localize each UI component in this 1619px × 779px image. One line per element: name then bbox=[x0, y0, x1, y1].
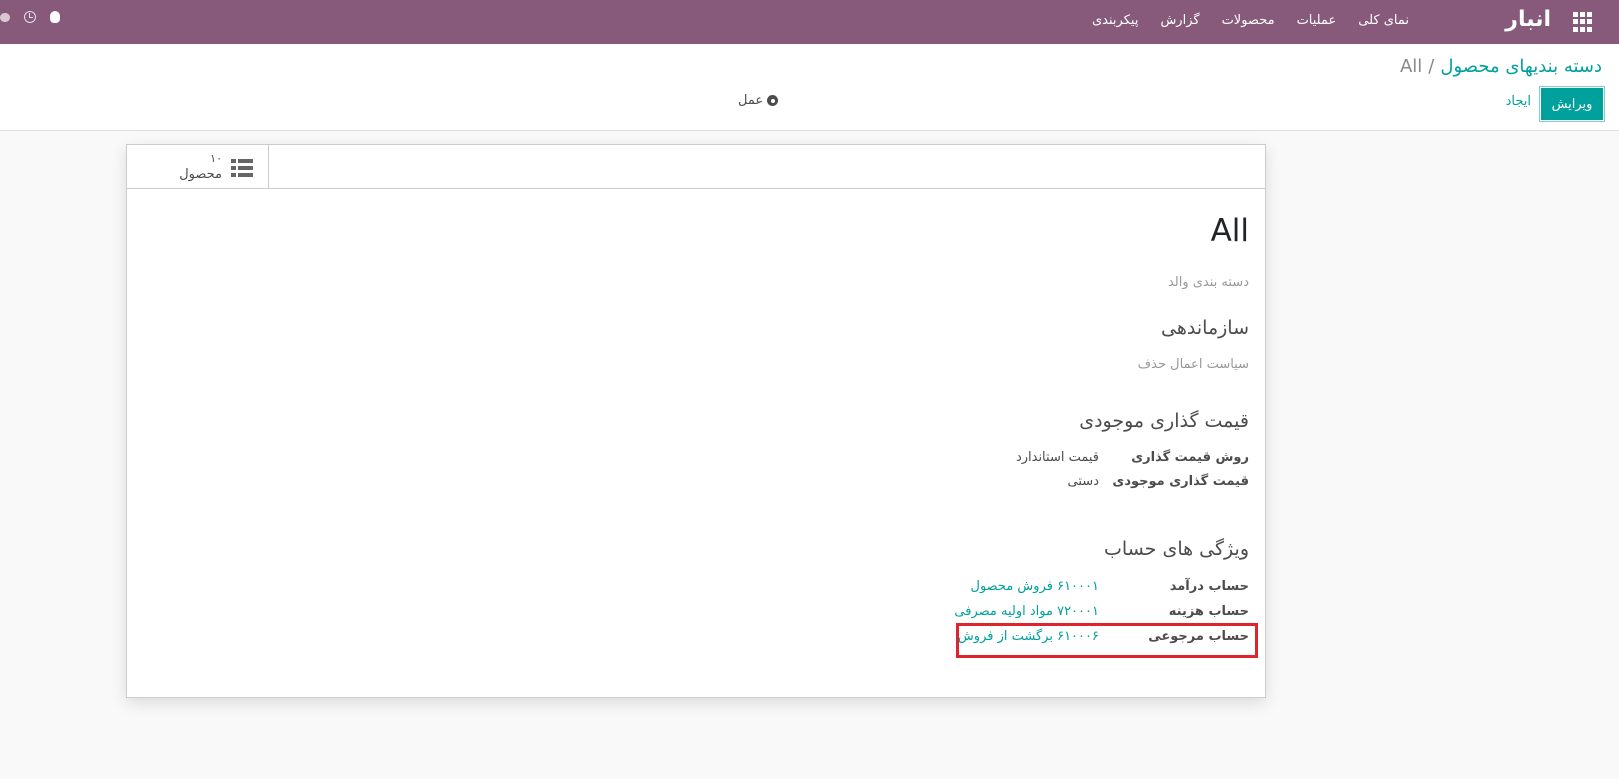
menu-item-overview[interactable]: نمای کلی bbox=[1358, 13, 1409, 28]
costing-method-row: روش قیمت گذاری قیمت استاندارد bbox=[949, 450, 1249, 470]
button-box: ۱۰ محصول bbox=[127, 145, 1265, 189]
menu-item-configuration[interactable]: پیکربندی bbox=[1092, 13, 1138, 28]
parent-category-field[interactable]: دسته بندی والد bbox=[1168, 275, 1249, 290]
products-stat-button[interactable]: ۱۰ محصول bbox=[127, 145, 269, 188]
top-navbar: انبار نمای کلی عملیات محصولات گزارش پیکر… bbox=[0, 0, 1619, 44]
removal-strategy-field[interactable]: سیاست اعمال حذف bbox=[1138, 357, 1249, 372]
menu-item-products[interactable]: محصولات bbox=[1222, 13, 1275, 28]
accounts-section-title: ویژگی های حساب bbox=[1104, 538, 1249, 560]
activity-clock-icon[interactable] bbox=[24, 11, 36, 23]
expense-account-label: حساب هزینه bbox=[1168, 604, 1249, 619]
action-menu[interactable]: عمل bbox=[738, 93, 779, 108]
control-panel: دسته بندیهای محصول/All ویرایش ایجاد عمل bbox=[0, 44, 1619, 131]
valuation-section-title: قیمت گذاری موجودی bbox=[1079, 410, 1249, 432]
logistics-section-title: سازماندهی bbox=[1161, 317, 1249, 339]
form-sheet: ۱۰ محصول All دسته بندی والد سازماندهی سی… bbox=[126, 144, 1266, 698]
inventory-valuation-label: قیمت گذاری موجودی bbox=[1112, 474, 1249, 489]
category-name[interactable]: All bbox=[1211, 213, 1249, 249]
apps-menu-icon[interactable] bbox=[1573, 12, 1595, 32]
app-brand[interactable]: انبار bbox=[1505, 7, 1551, 32]
income-account-link[interactable]: ۶۱۰۰۰۱ فروش محصول bbox=[971, 579, 1100, 594]
action-menu-label: عمل bbox=[738, 93, 764, 108]
income-account-label: حساب درآمد bbox=[1169, 579, 1249, 594]
refund-account-highlight bbox=[956, 623, 1258, 658]
debug-bug-icon[interactable] bbox=[50, 11, 60, 23]
edit-button[interactable]: ویرایش bbox=[1539, 86, 1605, 122]
breadcrumb: دسته بندیهای محصول/All bbox=[1400, 56, 1602, 77]
expense-account-link[interactable]: ۷۲۰۰۰۱ مواد اولیه مصرفی bbox=[954, 604, 1099, 619]
menu-item-operations[interactable]: عملیات bbox=[1297, 13, 1337, 28]
menu-item-reporting[interactable]: گزارش bbox=[1160, 13, 1199, 28]
costing-method-label: روش قیمت گذاری bbox=[1131, 450, 1249, 465]
income-account-row: حساب درآمد ۶۱۰۰۰۱ فروش محصول bbox=[949, 579, 1250, 599]
stat-value: ۱۰ bbox=[210, 152, 222, 165]
list-icon bbox=[231, 159, 253, 177]
chat-icon[interactable] bbox=[0, 12, 10, 22]
inventory-valuation-value[interactable]: دستی bbox=[1068, 474, 1099, 489]
systray bbox=[0, 11, 60, 23]
main-menu: نمای کلی عملیات محصولات گزارش پیکربندی bbox=[1092, 13, 1409, 28]
breadcrumb-parent[interactable]: دسته بندیهای محصول bbox=[1440, 56, 1602, 77]
expense-account-row: حساب هزینه ۷۲۰۰۰۱ مواد اولیه مصرفی bbox=[949, 604, 1249, 624]
costing-method-value[interactable]: قیمت استاندارد bbox=[1016, 450, 1099, 465]
create-button[interactable]: ایجاد bbox=[1506, 94, 1531, 109]
breadcrumb-separator: / bbox=[1428, 56, 1435, 77]
breadcrumb-current: All bbox=[1399, 56, 1423, 77]
inventory-valuation-row: قیمت گذاری موجودی دستی bbox=[949, 474, 1249, 494]
stat-text: محصول bbox=[179, 167, 222, 182]
gear-icon bbox=[767, 95, 779, 106]
